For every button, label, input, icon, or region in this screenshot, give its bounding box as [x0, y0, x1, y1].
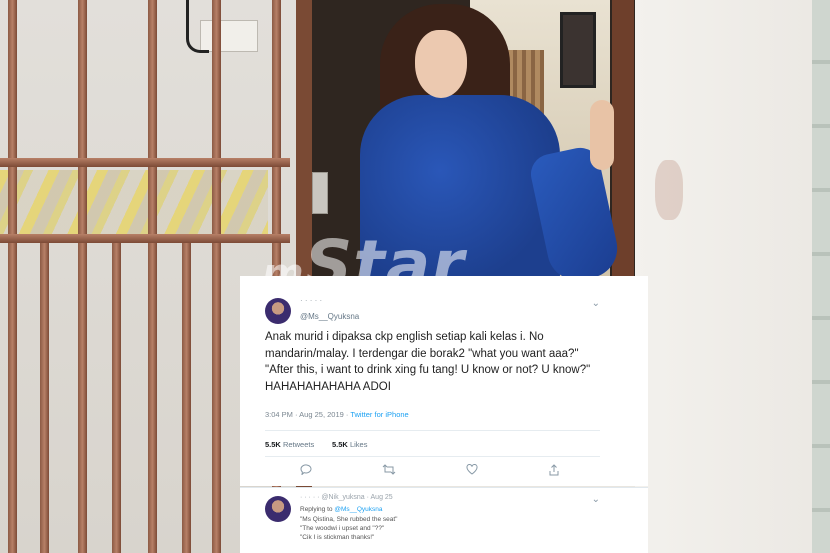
door-hinge — [312, 172, 328, 214]
share-icon[interactable] — [548, 464, 560, 479]
author-name[interactable]: · · · · · — [300, 296, 322, 305]
retweets-label: Retweets — [282, 440, 315, 449]
tweet-text: Anak murid i dipaksa ckp english setiap … — [265, 331, 591, 393]
picture-frame — [560, 12, 596, 88]
gate-rail — [0, 158, 290, 167]
chevron-down-icon[interactable]: ⌄ — [592, 298, 600, 309]
gate-rail — [0, 234, 290, 243]
gate-ornament — [0, 170, 268, 234]
reply-text-line: "Cik I is stickman thanks!" — [300, 534, 375, 541]
retweet-icon[interactable] — [382, 464, 396, 478]
chevron-down-icon[interactable]: ⌄ — [592, 494, 600, 505]
gate-bar — [78, 0, 87, 553]
likes-stat[interactable]: 5.5K Likes — [332, 440, 367, 449]
divider — [265, 456, 600, 457]
gate-bar — [40, 240, 49, 553]
tweet-time[interactable]: 3:04 PM · Aug 25, 2019 · — [265, 410, 348, 419]
gate-bar — [182, 240, 191, 553]
likes-count: 5.5K — [332, 440, 348, 449]
wall-stain — [655, 160, 683, 220]
tweet-client[interactable]: Twitter for iPhone — [350, 410, 408, 419]
like-icon[interactable] — [466, 464, 478, 478]
author-handle[interactable]: @Ms__Qyuksna — [300, 312, 359, 321]
reply-avatar[interactable] — [265, 496, 291, 522]
reply-text-line: "Ms Qistina, She rubbed the seat" — [300, 516, 398, 523]
divider — [265, 430, 600, 431]
retweets-stat[interactable]: 5.5K Retweets — [265, 440, 314, 449]
avatar[interactable] — [265, 298, 291, 324]
replying-handle[interactable]: @Ms__Qyuksna — [334, 506, 382, 513]
gate-bar — [148, 0, 157, 553]
tweet-actions — [240, 464, 648, 482]
person-hand — [590, 100, 614, 170]
likes-label: Likes — [349, 440, 368, 449]
gate-bar — [212, 0, 221, 553]
tweet-meta: 3:04 PM · Aug 25, 2019 · Twitter for iPh… — [265, 410, 409, 419]
person-face — [415, 30, 467, 98]
reply-text-line: "The woodwi i upset and "??" — [300, 525, 385, 532]
retweets-count: 5.5K — [265, 440, 281, 449]
tweet-card: · · · · · @Ms__Qyuksna ⌄ Anak murid i di… — [240, 276, 648, 486]
reply-tweet-card: · · · · · @Nik_yuksna · Aug 25 ⌄ Replyin… — [240, 487, 648, 553]
gate-bar — [8, 0, 17, 553]
gate-bar — [112, 240, 121, 553]
replying-to: Replying to @Ms__Qyuksna — [300, 506, 383, 513]
reply-header[interactable]: · · · · · @Nik_yuksna · Aug 25 — [300, 494, 393, 501]
tile-strip — [812, 0, 830, 553]
person-blue-dress — [360, 95, 560, 285]
right-wall — [635, 0, 830, 553]
replying-prefix: Replying to — [300, 506, 333, 513]
reply-icon[interactable] — [300, 464, 312, 478]
